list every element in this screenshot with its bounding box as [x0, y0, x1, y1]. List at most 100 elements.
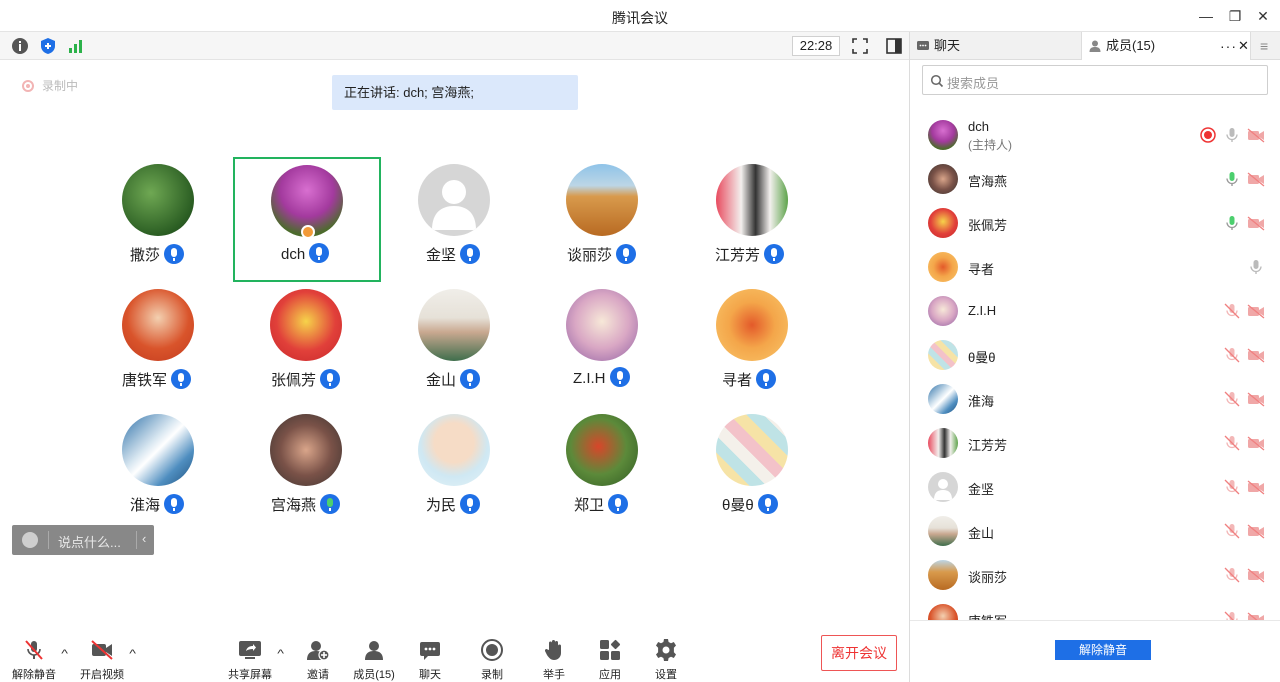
divider [48, 531, 49, 549]
participant-tile[interactable]: 为民 [382, 408, 530, 533]
mic-muted-icon[interactable] [1223, 390, 1241, 408]
participant-tile[interactable]: 金山 [382, 283, 530, 408]
leave-meeting-button[interactable]: 离开会议 [821, 635, 897, 671]
mic-muted-icon[interactable] [1223, 522, 1241, 540]
member-row[interactable]: dch (主持人) [910, 113, 1280, 157]
member-row[interactable]: 金山 [910, 509, 1280, 553]
chat-input[interactable]: 说点什么... ‹ [12, 525, 154, 555]
restore-icon[interactable]: ❐ [1225, 6, 1245, 26]
participant-name: θ曼θ [722, 494, 778, 516]
mic-icon [460, 244, 481, 265]
gear-icon [656, 639, 676, 661]
camera-off-icon[interactable] [1247, 126, 1265, 144]
mic-muted-icon[interactable] [1223, 478, 1241, 496]
video-options-caret-icon[interactable]: ^ [129, 648, 136, 660]
mic-muted-icon[interactable] [1223, 610, 1241, 620]
member-row[interactable]: 宫海燕 [910, 157, 1280, 201]
camera-off-icon[interactable] [1247, 346, 1265, 364]
camera-off-icon[interactable] [1247, 434, 1265, 452]
camera-off-icon[interactable] [1247, 170, 1265, 188]
mic-muted-icon[interactable] [1223, 566, 1241, 584]
participant-tile[interactable]: 唐铁军 [84, 283, 232, 408]
share-screen-button[interactable]: 共享屏幕 [220, 638, 280, 682]
mic-muted-icon[interactable] [1223, 302, 1241, 320]
share-options-caret-icon[interactable]: ^ [277, 648, 284, 660]
unmute-button[interactable]: 解除静音 [4, 638, 64, 682]
member-name: 谈丽莎 [968, 570, 1008, 585]
participant-tile[interactable]: 宫海燕 [233, 408, 381, 533]
fullscreen-icon[interactable] [850, 36, 870, 56]
participant-tile[interactable]: 江芳芳 [678, 158, 826, 283]
participant-tile[interactable]: 撒莎 [84, 158, 232, 283]
participant-tile[interactable]: 寻者 [678, 283, 826, 408]
close-panel-icon[interactable]: ✕ [1238, 32, 1249, 60]
member-row[interactable]: 淮海 [910, 377, 1280, 421]
member-row[interactable]: 寻者 [910, 245, 1280, 289]
avatar [122, 164, 194, 236]
tab-chat-label: 聊天 [934, 38, 961, 53]
panel-tabs: 聊天 成员(15) ··· ✕ ≡ [910, 32, 1280, 60]
avatar [928, 560, 958, 590]
shield-icon[interactable] [38, 36, 58, 56]
camera-off-icon[interactable] [1247, 302, 1265, 320]
camera-off-icon[interactable] [1247, 214, 1265, 232]
apps-button[interactable]: 应用 [580, 638, 640, 682]
member-row[interactable]: 谈丽莎 [910, 553, 1280, 597]
menu-icon[interactable]: ≡ [1260, 32, 1268, 60]
participant-tile[interactable]: θ曼θ [678, 408, 826, 533]
participant-tile[interactable]: 张佩芳 [233, 283, 381, 408]
minimize-icon[interactable]: — [1196, 6, 1216, 26]
settings-button[interactable]: 设置 [636, 638, 696, 682]
mic-muted-icon[interactable] [1223, 346, 1241, 364]
member-role: (主持人) [968, 138, 1012, 152]
raise-hand-label: 举手 [543, 669, 565, 681]
info-icon[interactable] [10, 36, 30, 56]
camera-off-icon[interactable] [1247, 390, 1265, 408]
mic-speaking-icon[interactable] [1223, 214, 1241, 232]
camera-off-icon[interactable] [1247, 566, 1265, 584]
raise-hand-button[interactable]: 举手 [524, 638, 584, 682]
member-row[interactable]: Z.I.H [910, 289, 1280, 333]
more-icon[interactable]: ··· [1220, 32, 1237, 60]
signal-icon[interactable] [66, 36, 86, 56]
member-row[interactable]: 张佩芳 [910, 201, 1280, 245]
mic-speaking-icon[interactable] [1223, 170, 1241, 188]
mic-muted-icon[interactable] [1223, 434, 1241, 452]
participant-tile[interactable]: Z.I.H [530, 283, 678, 408]
avatar [566, 414, 638, 486]
close-icon[interactable]: ✕ [1253, 6, 1273, 26]
participant-tile-active[interactable]: dch [233, 157, 381, 282]
participant-name: 金坚 [426, 244, 481, 266]
mic-icon[interactable] [1223, 126, 1241, 144]
members-button[interactable]: 成员(15) [344, 638, 404, 682]
mic-icon[interactable] [1247, 258, 1265, 276]
tab-members[interactable]: 成员(15) ··· ✕ [1081, 32, 1251, 60]
avatar [418, 164, 490, 236]
avatar [928, 384, 958, 414]
tab-chat[interactable]: 聊天 [910, 32, 1081, 60]
member-row[interactable]: 唐铁军 [910, 597, 1280, 620]
participant-tile[interactable]: 淮海 [84, 408, 232, 533]
collapse-chevron-icon[interactable]: ‹ [142, 531, 146, 546]
participant-tile[interactable]: 金坚 [382, 158, 530, 283]
audio-options-caret-icon[interactable]: ^ [61, 648, 68, 660]
layout-toggle-icon[interactable] [884, 36, 904, 56]
emoji-icon[interactable] [22, 532, 38, 548]
chat-icon [917, 41, 929, 50]
record-button[interactable]: 录制 [462, 638, 522, 682]
participant-name: 宫海燕 [271, 494, 341, 516]
member-row[interactable]: 江芳芳 [910, 421, 1280, 465]
camera-off-icon[interactable] [1247, 522, 1265, 540]
start-video-button[interactable]: 开启视频 [72, 638, 132, 682]
camera-off-icon[interactable] [1247, 610, 1265, 620]
unmute-all-button[interactable]: 解除静音 [1055, 640, 1151, 660]
member-row[interactable]: 金坚 [910, 465, 1280, 509]
participant-tile[interactable]: 谈丽莎 [530, 158, 678, 283]
chat-button[interactable]: 聊天 [400, 638, 460, 682]
member-row[interactable]: θ曼θ [910, 333, 1280, 377]
camera-off-icon[interactable] [1247, 478, 1265, 496]
invite-button[interactable]: 邀请 [288, 638, 348, 682]
settings-label: 设置 [655, 669, 677, 681]
member-search-input[interactable]: 搜索成员 [922, 65, 1268, 95]
participant-tile[interactable]: 郑卫 [530, 408, 678, 533]
